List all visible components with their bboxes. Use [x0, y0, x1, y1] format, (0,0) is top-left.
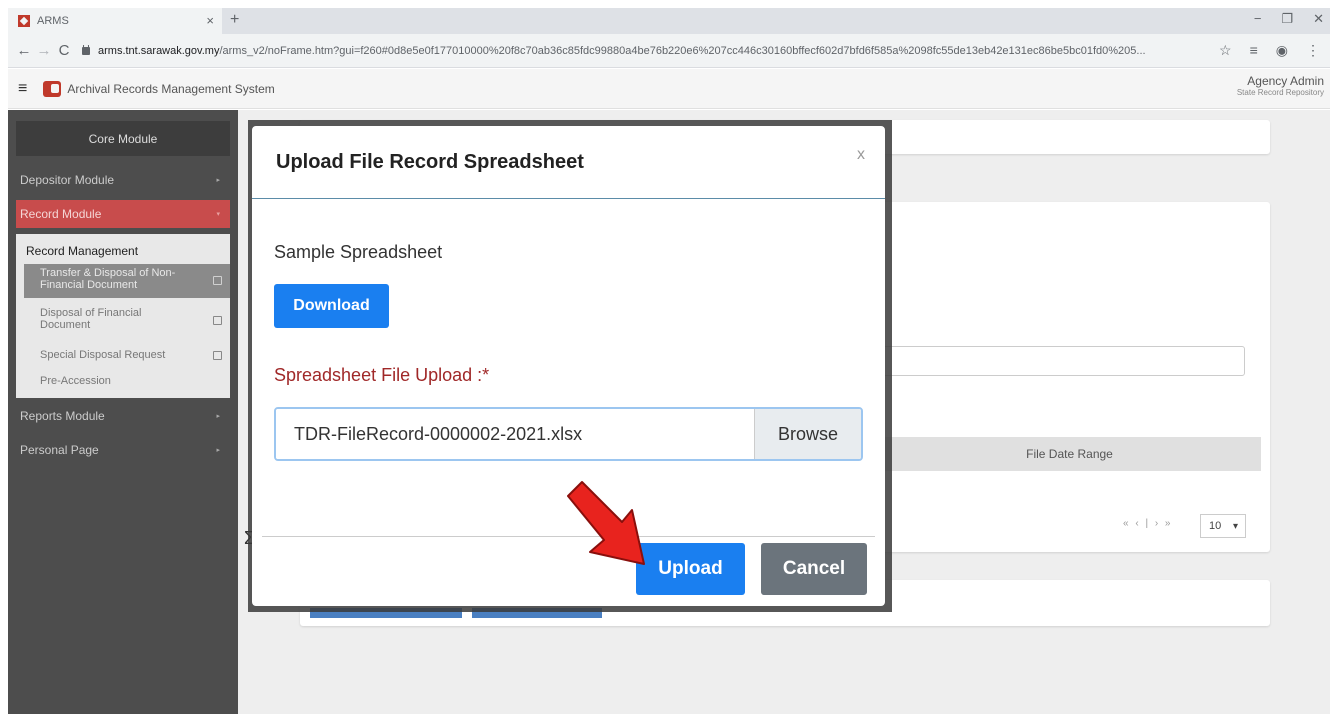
external-link-icon [213, 316, 222, 325]
reading-list-icon[interactable]: ≡ [1250, 42, 1258, 59]
tab-close-icon[interactable]: × [206, 13, 214, 28]
browse-button[interactable]: Browse [754, 409, 861, 459]
submenu-heading: Record Management [26, 244, 139, 258]
app-title: Archival Records Management System [67, 81, 275, 96]
user-menu[interactable]: Agency Admin State Record Repository [1237, 75, 1324, 97]
submenu-item-label: Special Disposal Request [40, 349, 166, 361]
sidebar-item-record-module[interactable]: Record Module ▾ [16, 200, 230, 228]
sidebar-item-label: Record Module [20, 207, 102, 221]
record-management-submenu: Record Management Transfer & Disposal of… [16, 234, 230, 398]
restore-icon[interactable]: ❐ [1281, 11, 1293, 27]
profile-icon[interactable]: ◉ [1276, 42, 1288, 59]
window-close-icon[interactable]: ✕ [1313, 11, 1324, 27]
external-link-icon [213, 351, 222, 360]
submenu-item-disposal-financial[interactable]: Disposal of Financial Document [24, 304, 230, 338]
browser-menu-icon[interactable]: ⋮ [1306, 42, 1320, 59]
submenu-item-transfer-disposal-non-financial[interactable]: Transfer & Disposal of Non- Financial Do… [24, 264, 230, 298]
hamburger-menu-icon[interactable]: ≡ [18, 80, 27, 98]
back-icon[interactable]: ← [14, 42, 34, 59]
file-name-field[interactable] [276, 409, 754, 459]
modal-header: Upload File Record Spreadsheet x [252, 126, 885, 199]
submenu-item-special-disposal-request[interactable]: Special Disposal Request [24, 346, 230, 366]
sample-spreadsheet-label: Sample Spreadsheet [274, 242, 443, 262]
pagination[interactable]: « ‹ | › » [1123, 518, 1173, 529]
minimize-icon[interactable]: − [1254, 11, 1262, 27]
sidebar-item-depositor-module[interactable]: Depositor Module ▸ [16, 166, 230, 194]
lock-icon [82, 44, 90, 55]
page-size-select[interactable]: 10 [1200, 514, 1246, 538]
sidebar-item-label: Personal Page [20, 443, 99, 457]
sidebar-item-reports-module[interactable]: Reports Module ▸ [16, 402, 230, 430]
user-organization: State Record Repository [1236, 88, 1324, 97]
caret-right-icon: ▸ [216, 413, 220, 420]
sidebar-item-core-module[interactable]: Core Module [16, 121, 230, 156]
submenu-item-label-line1: Disposal of Financial [40, 307, 142, 319]
browser-tab[interactable]: ARMS × [8, 8, 222, 34]
address-bar: ← → C arms.tnt.sarawak.gov.my/arms_v2/no… [8, 34, 1330, 68]
arrow-shape [567, 481, 645, 565]
file-upload-group: Browse [274, 407, 863, 461]
cancel-button[interactable]: Cancel [761, 543, 867, 595]
background-search-input[interactable] [868, 346, 1245, 376]
app-logo-icon [43, 80, 62, 97]
modal-title: Upload File Record Spreadsheet [276, 151, 584, 173]
column-header-file-date-range[interactable]: File Date Range [878, 437, 1261, 471]
user-name: Agency Admin [1247, 74, 1324, 88]
reload-icon[interactable]: C [54, 42, 74, 59]
submenu-item-label-line2: Financial Document [40, 278, 138, 291]
caret-right-icon: ▸ [216, 177, 220, 184]
submenu-item-label: Pre-Accession [40, 375, 111, 387]
download-button[interactable]: Download [274, 284, 389, 328]
red-arrow-annotation-icon [567, 481, 645, 565]
bookmark-star-icon[interactable]: ☆ [1219, 42, 1232, 59]
arms-favicon-icon [18, 15, 30, 27]
spreadsheet-upload-label: Spreadsheet File Upload :* [274, 365, 490, 385]
external-link-icon [213, 276, 222, 285]
caret-right-icon: ▸ [216, 447, 220, 454]
submenu-item-pre-accession[interactable]: Pre-Accession [24, 372, 230, 392]
url-path: /arms_v2/noFrame.htm?gui=f260#0d8e5e0f17… [219, 44, 1146, 57]
browser-tab-bar: ARMS × + − ❐ ✕ [8, 8, 1330, 34]
window-controls: − ❐ ✕ [1254, 11, 1324, 27]
modal-close-icon[interactable]: x [857, 146, 865, 164]
submenu-item-label-line1: Transfer & Disposal of Non- [40, 267, 176, 279]
submenu-item-label-line2: Document [40, 318, 91, 331]
sidebar-item-label: Reports Module [20, 409, 105, 423]
sidebar-item-label: Depositor Module [20, 173, 115, 187]
new-tab-icon[interactable]: + [230, 11, 239, 29]
url-field[interactable]: arms.tnt.sarawak.gov.my/arms_v2/noFrame.… [82, 44, 1172, 57]
sidebar-item-personal-page[interactable]: Personal Page ▸ [16, 436, 230, 464]
tab-title: ARMS [37, 15, 69, 27]
app-header: ≡ Archival Records Management System Age… [8, 69, 1330, 109]
sidebar: Core Module Depositor Module ▸ Record Mo… [8, 110, 238, 714]
url-host: arms.tnt.sarawak.gov.my [98, 44, 220, 57]
browser-toolbar: ☆ ≡ ◉ ⋮ [1219, 42, 1320, 59]
caret-down-icon: ▾ [216, 211, 220, 218]
forward-icon[interactable]: → [34, 42, 54, 59]
